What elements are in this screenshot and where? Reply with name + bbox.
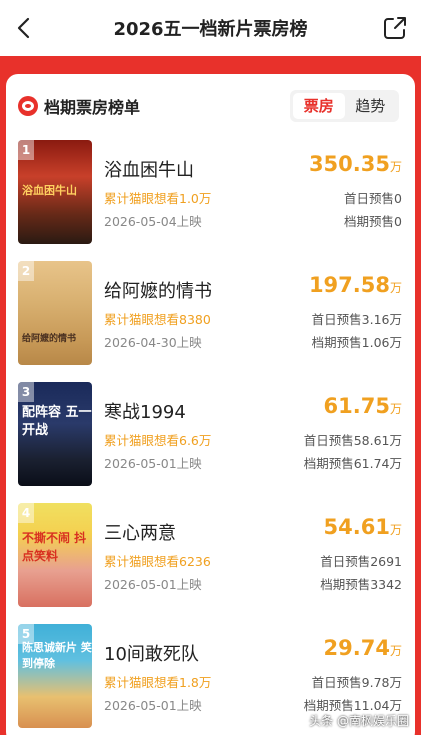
release-date: 2026-05-01上映 <box>104 577 202 592</box>
movie-name: 寒战1994 <box>104 402 186 423</box>
box-office-unit: 万 <box>389 644 402 658</box>
movie-poster[interactable]: 2 给阿嬷的情书 <box>18 261 92 365</box>
page-title: 2026五一档新片票房榜 <box>113 19 308 40</box>
movie-poster[interactable]: 4 不撕不闹 抖点笑料 <box>18 503 92 607</box>
tab-trend[interactable]: 趋势 <box>345 93 397 119</box>
poster-title: 给阿嬷的情书 <box>22 334 77 344</box>
box-office: 350.35万 <box>309 152 402 176</box>
first-day-presale: 首日预售2691 <box>320 554 402 569</box>
movie-name: 给阿嬷的情书 <box>104 281 212 302</box>
box-office-value: 61.75 <box>323 394 390 418</box>
box-office-value: 350.35 <box>308 152 390 176</box>
movie-name: 三心两意 <box>104 523 176 544</box>
period-presale: 档期预售3342 <box>320 577 402 592</box>
box-office-unit: 万 <box>389 523 402 537</box>
want-count: 累计猫眼想看1.8万 <box>104 675 212 690</box>
movie-name: 浴血困牛山 <box>104 160 194 181</box>
want-count: 累计猫眼想看6.6万 <box>104 433 212 448</box>
want-count: 累计猫眼想看6236 <box>104 554 211 569</box>
chevron-left-icon[interactable] <box>10 14 38 42</box>
maoyan-cat-icon <box>18 96 38 116</box>
box-office-value: 197.58 <box>308 273 390 297</box>
box-office-value: 54.61 <box>323 515 390 539</box>
section-header: 档期票房榜单 <box>18 92 140 120</box>
first-day-presale: 首日预售58.61万 <box>303 433 402 448</box>
box-office-unit: 万 <box>389 160 402 174</box>
list-item[interactable]: 4 不撕不闹 抖点笑料 三心两意 累计猫眼想看6236 2026-05-01上映… <box>18 503 410 609</box>
first-day-presale: 首日预售9.78万 <box>311 675 402 690</box>
box-office: 54.61万 <box>324 515 402 539</box>
section-title: 档期票房榜单 <box>44 98 141 117</box>
list-item[interactable]: 3 配阵容 五一开战 寒战1994 累计猫眼想看6.6万 2026-05-01上… <box>18 382 410 488</box>
list-item[interactable]: 1 浴血困牛山 浴血困牛山 累计猫眼想看1.0万 2026-05-04上映 35… <box>18 140 410 246</box>
list-item[interactable]: 2 给阿嬷的情书 给阿嬷的情书 累计猫眼想看8380 2026-04-30上映 … <box>18 261 410 367</box>
box-office-unit: 万 <box>389 402 402 416</box>
share-icon[interactable] <box>381 14 409 42</box>
want-count: 累计猫眼想看8380 <box>104 312 211 327</box>
box-office: 29.74万 <box>324 636 402 660</box>
view-toggle: 票房 趋势 <box>290 90 399 122</box>
rank-badge: 2 <box>18 261 34 281</box>
box-office: 197.58万 <box>309 273 402 297</box>
period-presale: 档期预售1.06万 <box>311 335 402 350</box>
movie-poster[interactable]: 1 浴血困牛山 <box>18 140 92 244</box>
period-presale: 档期预售0 <box>344 214 402 229</box>
box-office-unit: 万 <box>389 281 402 295</box>
release-date: 2026-05-04上映 <box>104 214 202 229</box>
rank-badge: 3 <box>18 382 34 402</box>
movie-poster[interactable]: 3 配阵容 五一开战 <box>18 382 92 486</box>
release-date: 2026-05-01上映 <box>104 698 202 713</box>
box-office-value: 29.74 <box>323 636 390 660</box>
poster-title: 浴血困牛山 <box>22 184 77 197</box>
poster-title: 不撕不闹 抖点笑料 <box>22 531 87 563</box>
release-date: 2026-04-30上映 <box>104 335 202 350</box>
first-day-presale: 首日预售3.16万 <box>311 312 402 327</box>
movie-poster[interactable]: 5 陈思诚新片 笑到停除 <box>18 624 92 728</box>
box-office: 61.75万 <box>324 394 402 418</box>
movie-name: 10间敢死队 <box>104 644 199 665</box>
poster-title: 配阵容 五一开战 <box>22 405 92 438</box>
rank-badge: 4 <box>18 503 34 523</box>
rank-badge: 1 <box>18 140 34 160</box>
period-presale: 档期预售61.74万 <box>303 456 402 471</box>
first-day-presale: 首日预售0 <box>344 191 402 206</box>
watermark: 头条 @南枫娱乐圈 <box>309 714 409 728</box>
release-date: 2026-05-01上映 <box>104 456 202 471</box>
top-bar: 2026五一档新片票房榜 <box>0 0 421 56</box>
tab-box-office[interactable]: 票房 <box>293 93 345 119</box>
poster-title: 陈思诚新片 笑到停除 <box>22 641 92 670</box>
want-count: 累计猫眼想看1.0万 <box>104 191 212 206</box>
